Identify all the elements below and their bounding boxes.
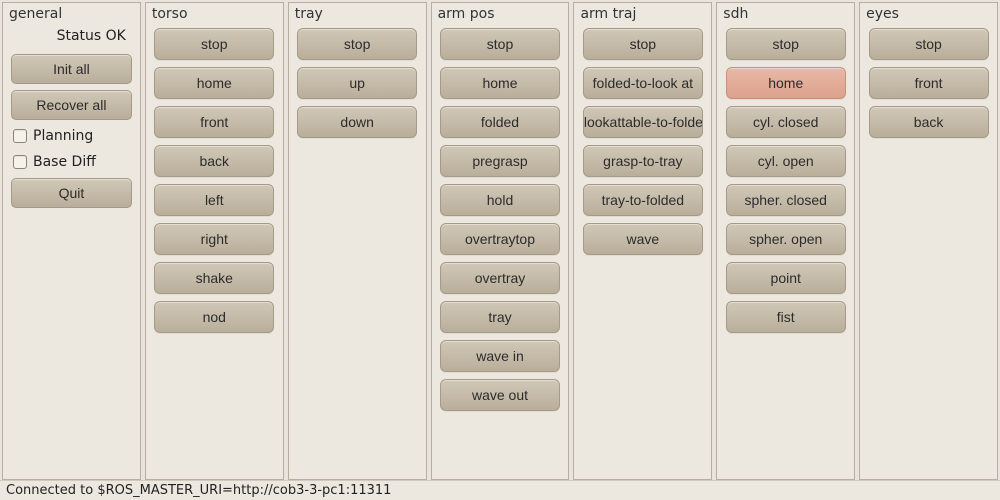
panel-general: general Status OK Init all Recover all P… [2,2,141,480]
torso-home-button[interactable]: home [154,67,274,99]
quit-button[interactable]: Quit [11,178,132,208]
torso-front-button[interactable]: front [154,106,274,138]
arm-traj-grasp-to-tray-button[interactable]: grasp-to-tray [583,145,703,177]
panel-torso: torso stop home front back left right shake nod [145,2,284,480]
panel-eyes: eyes stop front back [859,2,998,480]
panel-body: stop up down [289,28,426,138]
panel-sdh: sdh stop home cyl. closed cyl. open spher. c… [716,2,855,480]
arm-pos-stop-button[interactable]: stop [440,28,560,60]
arm-pos-overtraytop-button[interactable]: overtraytop [440,223,560,255]
torso-nod-button[interactable]: nod [154,301,274,333]
checkbox-label: Planning [33,128,93,144]
recover-all-button[interactable]: Recover all [11,90,132,120]
panel-header: torso [146,3,283,28]
arm-pos-wave-in-button[interactable]: wave in [440,340,560,372]
arm-pos-tray-button[interactable]: tray [440,301,560,333]
eyes-stop-button[interactable]: stop [869,28,989,60]
sdh-fist-button[interactable]: fist [726,301,846,333]
arm-pos-overtray-button[interactable]: overtray [440,262,560,294]
arm-traj-folded-to-look-at-button[interactable]: folded-to-look at [583,67,703,99]
sdh-home-button[interactable]: home [726,67,846,99]
status-text: Status OK [11,28,132,48]
tray-up-button[interactable]: up [297,67,417,99]
arm-pos-home-button[interactable]: home [440,67,560,99]
sdh-point-button[interactable]: point [726,262,846,294]
panel-header: tray [289,3,426,28]
arm-pos-hold-button[interactable]: hold [440,184,560,216]
panels-row: general Status OK Init all Recover all P… [0,0,1000,480]
checkbox-icon [13,155,27,169]
planning-checkbox[interactable]: Planning [11,126,132,146]
panel-tray: tray stop up down [288,2,427,480]
panel-body: stop home cyl. closed cyl. open spher. close… [717,28,854,333]
arm-traj-lookattable-to-folded-button[interactable]: lookattable-to-folded [583,106,703,138]
arm-traj-wave-button[interactable]: wave [583,223,703,255]
status-bar: Connected to $ROS_MASTER_URI=http://cob3… [0,480,1000,500]
torso-stop-button[interactable]: stop [154,28,274,60]
panel-header: arm pos [432,3,569,28]
tray-stop-button[interactable]: stop [297,28,417,60]
checkbox-label: Base Diff [33,154,96,170]
panel-body: stop front back [860,28,997,138]
torso-shake-button[interactable]: shake [154,262,274,294]
panel-header-general: general [3,3,140,28]
panel-body: stop folded-to-look at lookattable-to-fold… [574,28,711,255]
arm-traj-stop-button[interactable]: stop [583,28,703,60]
sdh-cyl-closed-button[interactable]: cyl. closed [726,106,846,138]
base-diff-checkbox[interactable]: Base Diff [11,152,132,172]
sdh-stop-button[interactable]: stop [726,28,846,60]
sdh-cyl-open-button[interactable]: cyl. open [726,145,846,177]
panel-body: stop home folded pregrasp hold overtraytop ove… [432,28,569,411]
panel-arm-traj: arm traj stop folded-to-look at lookattabl… [573,2,712,480]
panel-body: stop home front back left right shake nod [146,28,283,333]
eyes-back-button[interactable]: back [869,106,989,138]
arm-traj-tray-to-folded-button[interactable]: tray-to-folded [583,184,703,216]
tray-down-button[interactable]: down [297,106,417,138]
eyes-front-button[interactable]: front [869,67,989,99]
arm-pos-folded-button[interactable]: folded [440,106,560,138]
torso-right-button[interactable]: right [154,223,274,255]
checkbox-icon [13,129,27,143]
torso-back-button[interactable]: back [154,145,274,177]
torso-left-button[interactable]: left [154,184,274,216]
panel-header: eyes [860,3,997,28]
arm-pos-pregrasp-button[interactable]: pregrasp [440,145,560,177]
panel-arm-pos: arm pos stop home folded pregrasp hold overtr… [431,2,570,480]
arm-pos-wave-out-button[interactable]: wave out [440,379,560,411]
panel-header: arm traj [574,3,711,28]
sdh-spher-closed-button[interactable]: spher. closed [726,184,846,216]
sdh-spher-open-button[interactable]: spher. open [726,223,846,255]
panel-header: sdh [717,3,854,28]
init-all-button[interactable]: Init all [11,54,132,84]
